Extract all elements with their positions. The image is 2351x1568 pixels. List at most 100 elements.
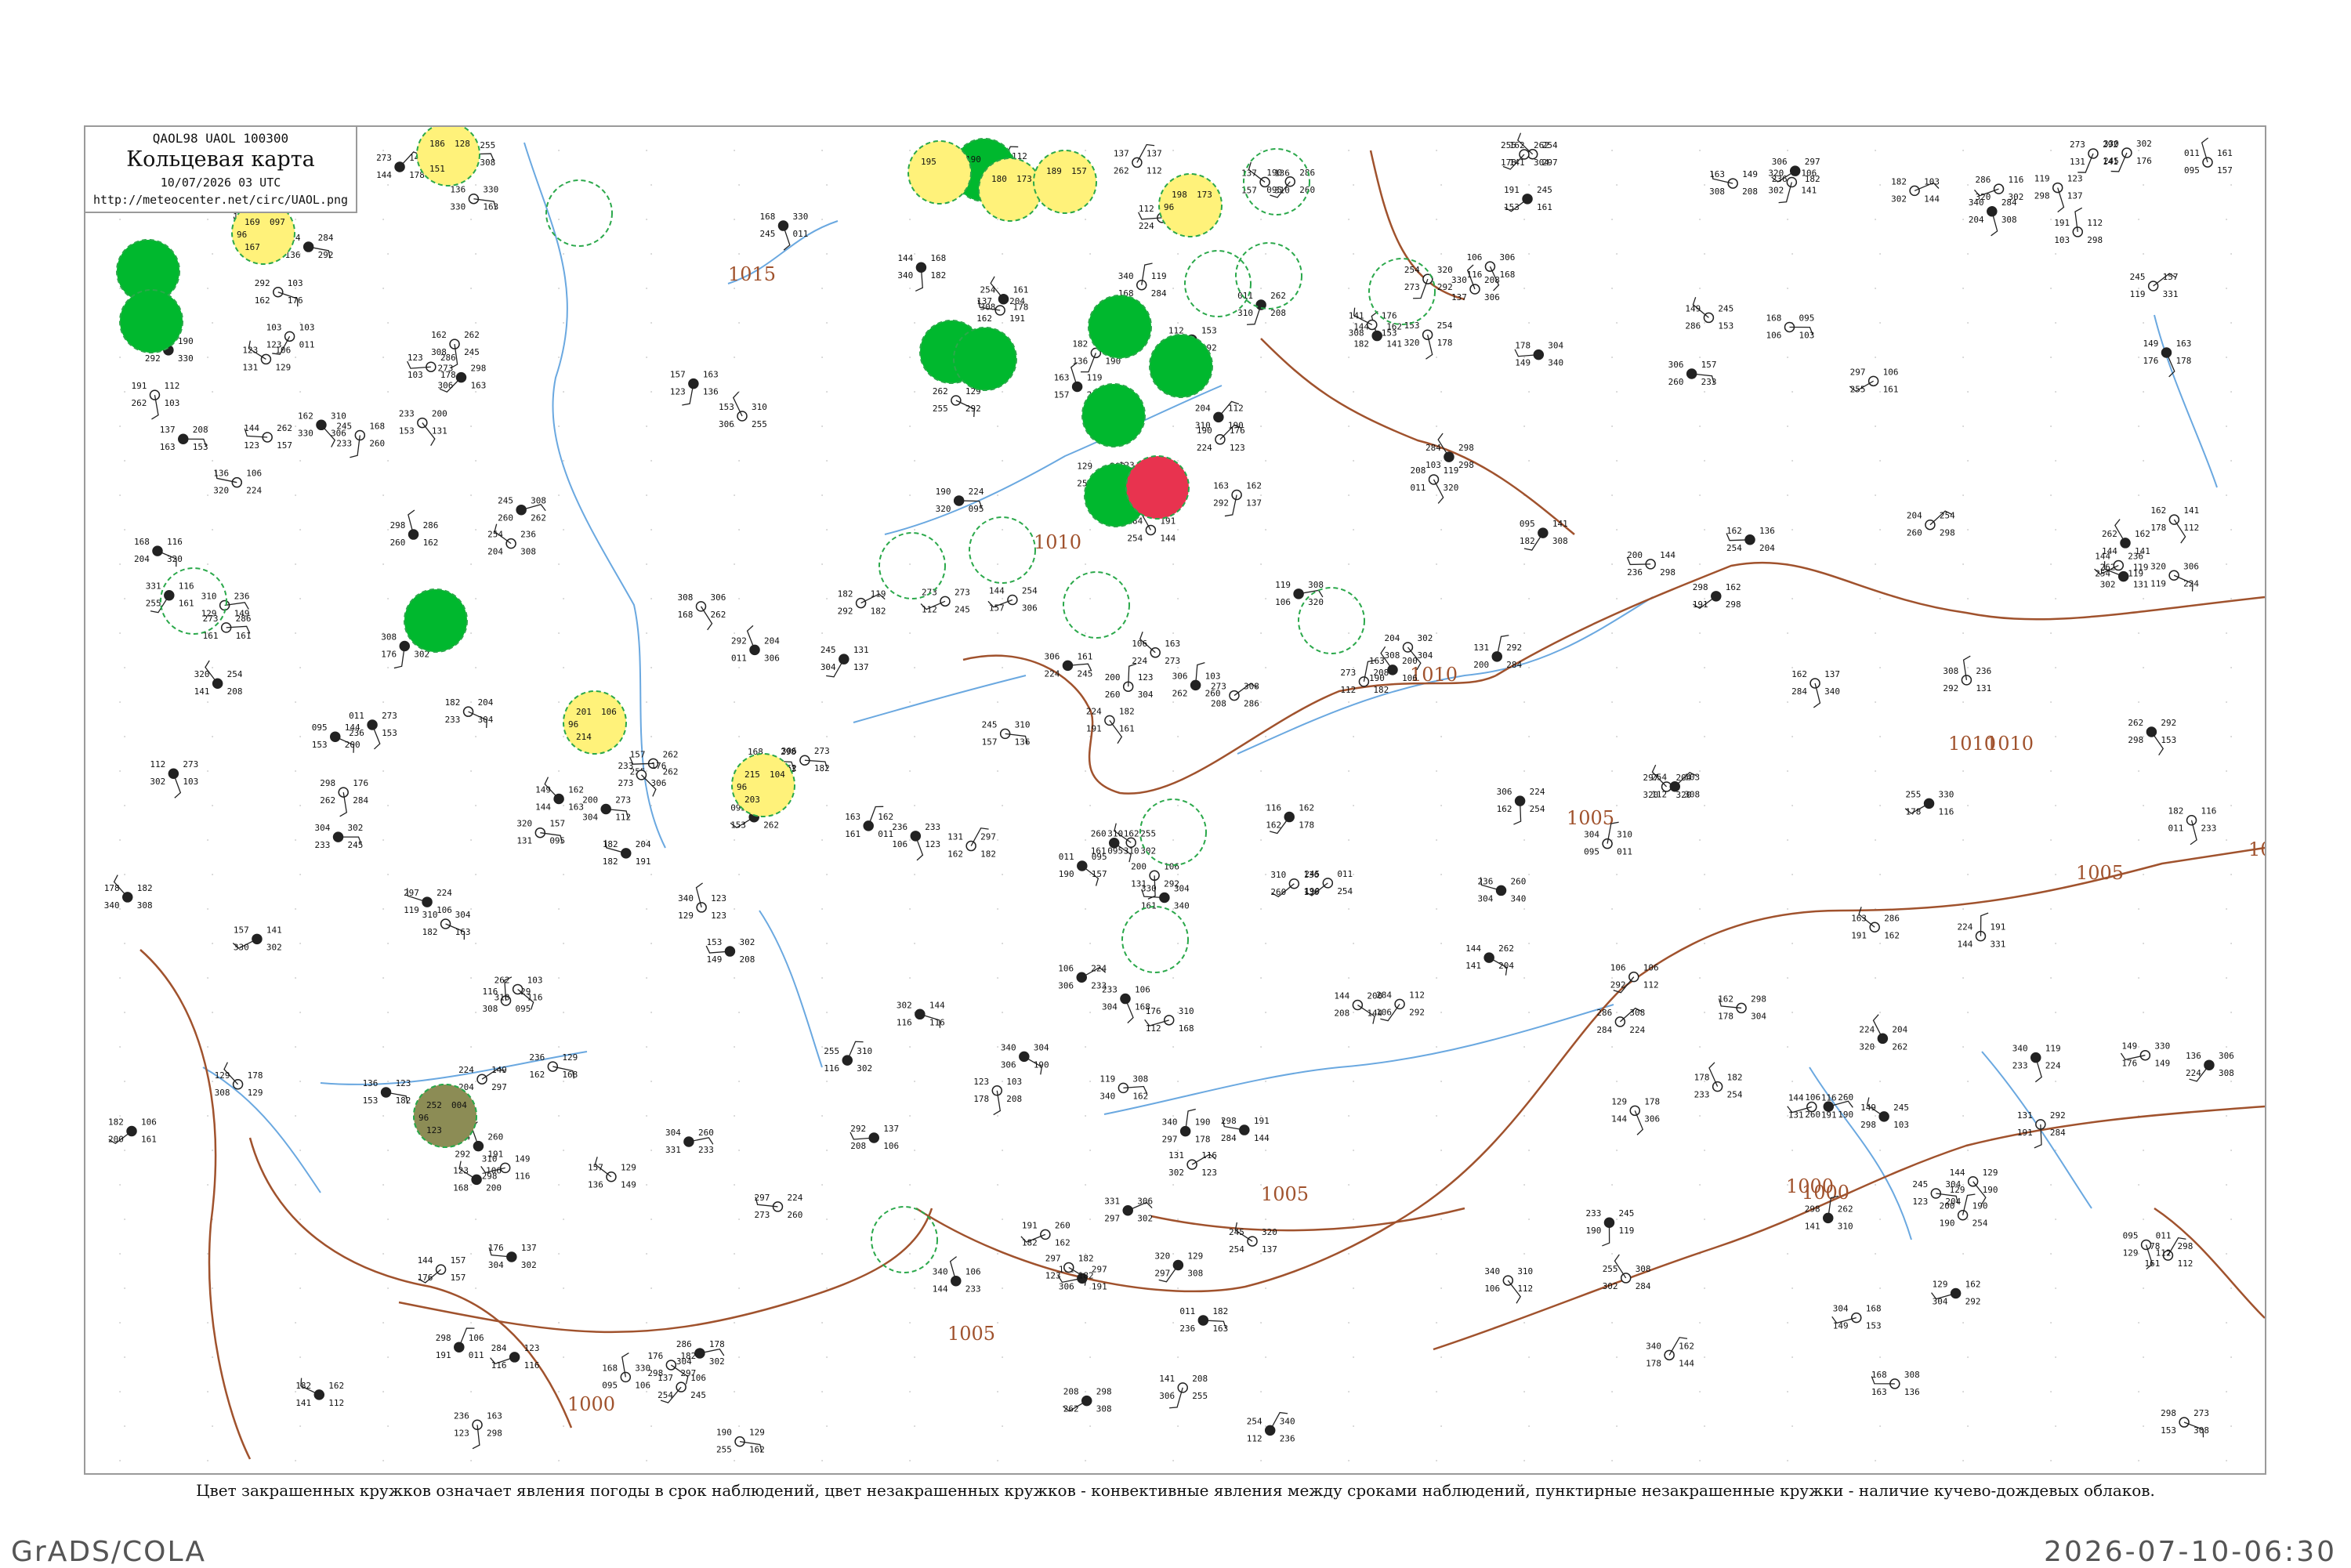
grid-dot	[1962, 839, 1965, 841]
grid-dot	[382, 288, 385, 289]
station-value: 254	[1437, 320, 1453, 331]
grid-dot	[1172, 632, 1175, 634]
station-value: 308	[1308, 580, 1324, 590]
grid-dot	[1616, 805, 1618, 806]
station-value: 119	[2130, 289, 2146, 299]
station-value: 131	[516, 836, 532, 846]
station-value: 200	[1402, 656, 1418, 666]
station-value: 112	[2087, 218, 2103, 228]
station-value: 123	[453, 1165, 469, 1175]
grid-dot	[1875, 357, 1877, 358]
grid-dot	[997, 632, 999, 634]
station-value: 306	[1484, 292, 1500, 302]
station-value: 245	[1618, 1208, 1634, 1219]
station-value: 112	[2156, 1248, 2172, 1258]
weather-station-marker	[1149, 334, 1213, 398]
grid-dot	[1962, 1391, 1965, 1392]
grid-dot	[1089, 1219, 1092, 1220]
station-value: 116	[491, 1360, 507, 1371]
station-value: 306	[1058, 980, 1074, 990]
station-value: 245	[955, 604, 970, 614]
station-value: 302	[1603, 1281, 1618, 1291]
station-value: 119	[2045, 1044, 2061, 1054]
grid-dot	[2055, 1081, 2057, 1082]
grid-dot	[1265, 1150, 1267, 1151]
station-value: 131	[2133, 580, 2149, 590]
station-value: 262	[1172, 688, 1188, 698]
station-plot: 011095161157	[2184, 137, 2233, 176]
station-value: 297	[1092, 1264, 1107, 1274]
grid-dot	[387, 322, 389, 324]
grid-dot	[1089, 529, 1092, 531]
grid-dot	[1436, 908, 1438, 910]
station-value: 112	[1340, 685, 1356, 695]
station-value: 144	[1160, 533, 1176, 543]
grid-dot	[1787, 288, 1789, 289]
grid-dot	[650, 529, 653, 531]
station-value: 262	[663, 749, 679, 759]
station-value: 144	[1334, 991, 1349, 1001]
station-value: 320	[1404, 338, 1420, 348]
station-value: 298	[1805, 1204, 1820, 1214]
station-value: 103	[2054, 235, 2070, 245]
station-value: 224	[787, 1193, 802, 1203]
station-value: 131	[2017, 1110, 2033, 1121]
grid-dot	[475, 805, 477, 806]
station-value: 161	[179, 599, 194, 609]
grid-dot	[1616, 943, 1618, 944]
legend-url[interactable]: http://meteocenter.net/circ/UAOL.png	[85, 193, 356, 207]
station-value: 236	[234, 591, 250, 601]
station-value: 176	[2121, 1059, 2137, 1069]
grid-dot	[119, 1184, 121, 1186]
station-plot: 245304131137	[820, 645, 869, 678]
station-value: 254	[487, 530, 503, 540]
grid-dot	[1353, 1287, 1355, 1289]
station-value: 308	[215, 1088, 230, 1098]
station-value: 157	[234, 925, 249, 935]
grid-dot	[1616, 874, 1618, 875]
grid-dot	[2138, 425, 2140, 427]
grid-dot	[299, 1081, 302, 1082]
weather-station-marker	[953, 327, 1017, 391]
station-value: 131	[1168, 1150, 1184, 1161]
station-value: 286	[1685, 320, 1701, 331]
station-value: 161	[1119, 723, 1135, 733]
station-value: 204	[1759, 543, 1775, 553]
isobar-label: 1010	[1034, 531, 1081, 553]
grid-dot	[387, 874, 389, 875]
station-value: 320	[194, 669, 210, 679]
station-value: 157	[277, 440, 292, 451]
cb-cloud-ring	[1063, 571, 1130, 639]
station-value: 157	[630, 749, 646, 759]
station-value: 191	[1092, 1281, 1107, 1291]
station-value: 292	[850, 1124, 866, 1134]
grid-dot	[738, 1425, 741, 1427]
grid-dot	[1440, 1356, 1443, 1358]
station-value: 123	[1138, 672, 1154, 683]
station-value: 262	[1063, 1404, 1079, 1414]
station-value: 112	[150, 759, 165, 770]
grid-dot	[914, 391, 916, 393]
grid-dot	[119, 288, 121, 289]
grid-dot	[1791, 529, 1794, 531]
weather-code: 96	[737, 782, 747, 792]
grid-dot	[563, 805, 565, 806]
station-value: 157	[1054, 390, 1070, 400]
station-value: 149	[1833, 1321, 1849, 1331]
grid-dot	[821, 494, 824, 496]
station-value: 260	[1205, 688, 1221, 698]
grid-dot	[821, 908, 824, 910]
grid-dot	[119, 357, 121, 358]
grid-dot	[382, 1322, 385, 1324]
grid-dot	[1177, 943, 1179, 944]
grid-dot	[207, 701, 209, 703]
station-value: 116	[897, 1017, 912, 1027]
grid-dot	[212, 1081, 214, 1082]
grid-dot	[124, 1219, 126, 1220]
station-value: 106	[1275, 597, 1291, 607]
grid-dot	[997, 1322, 999, 1324]
grid-dot	[295, 632, 297, 634]
grid-dot	[558, 219, 560, 220]
grid-dot	[1353, 391, 1355, 393]
grid-dot	[1177, 322, 1179, 324]
